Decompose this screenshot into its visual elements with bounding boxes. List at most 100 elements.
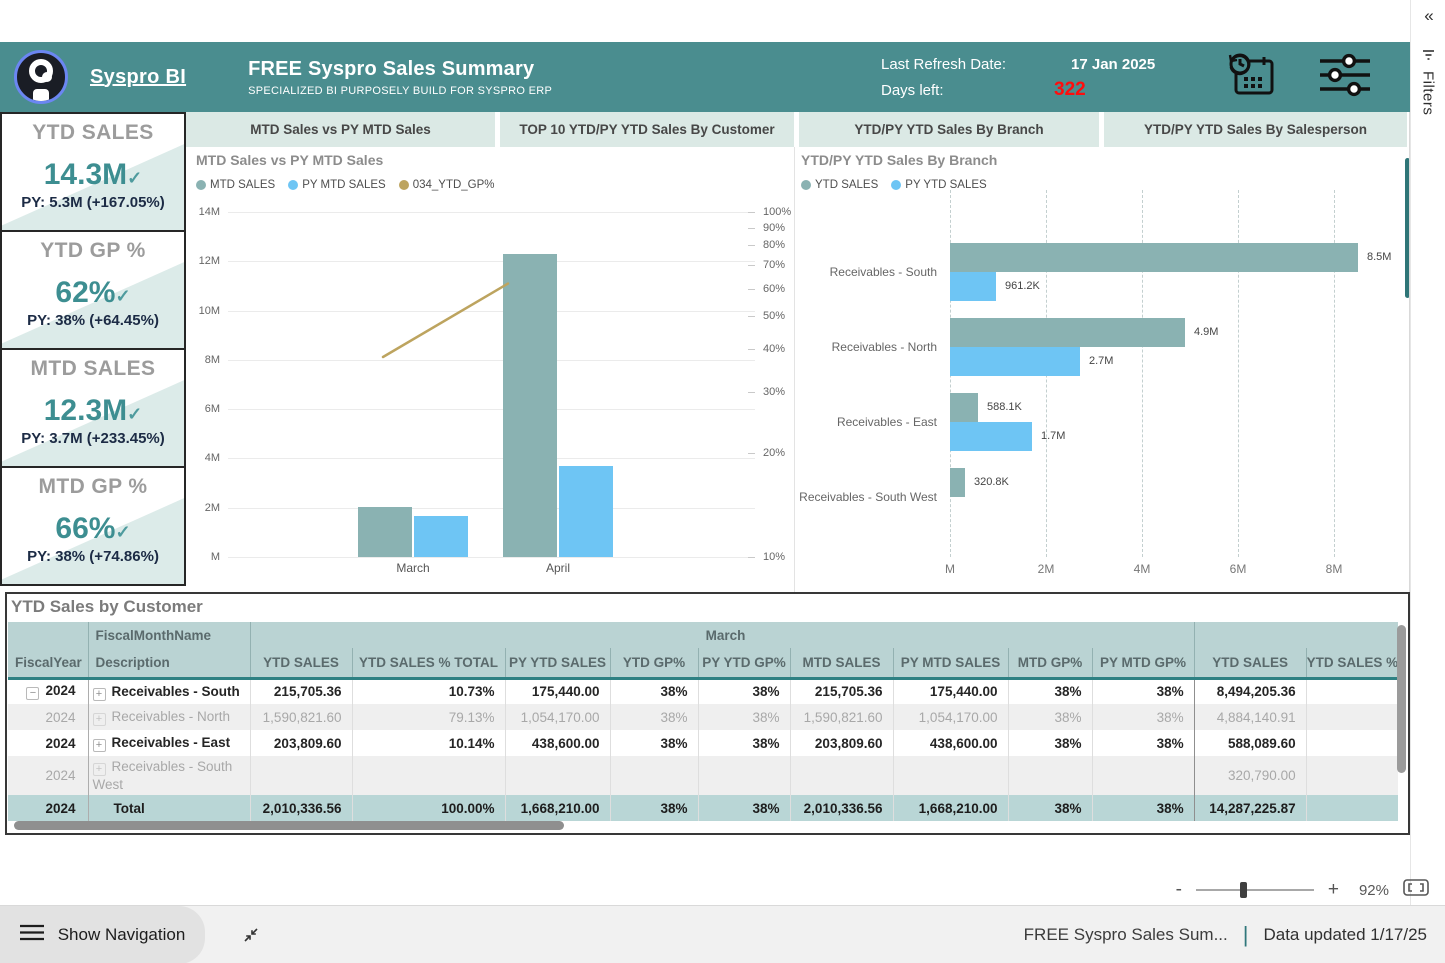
cell[interactable]: +Receivables - North — [88, 704, 250, 730]
cell[interactable]: 38% — [1008, 730, 1092, 756]
bar-py-ytd-sales[interactable] — [950, 347, 1080, 376]
cell[interactable]: 38% — [1092, 678, 1194, 704]
table-row[interactable]: −2024+Receivables - South215,705.3610.73… — [8, 678, 1398, 704]
cell[interactable]: 1,054,170.00 — [505, 704, 610, 730]
cell[interactable]: 438,600.00 — [893, 730, 1008, 756]
filters-pane-label[interactable]: Filters — [1420, 71, 1437, 115]
bar-chart-plot[interactable]: 8.5M961.2K4.9M2.7M588.1K1.7M320.8K — [950, 190, 1405, 557]
cell[interactable]: 2024 — [8, 704, 88, 730]
fiscal-month-name-header[interactable]: FiscalMonthName — [88, 622, 250, 648]
expand-filters-chevron-icon[interactable]: « — [1411, 6, 1445, 26]
calendar-clock-icon[interactable] — [1226, 51, 1278, 104]
column-header-description[interactable]: Description — [88, 648, 250, 678]
cell[interactable]: 203,809.60 — [790, 730, 893, 756]
cell[interactable]: 215,705.36 — [790, 678, 893, 704]
cell[interactable] — [610, 756, 698, 795]
table-vertical-scrollbar[interactable] — [1397, 625, 1406, 773]
column-header[interactable]: YTD GP% — [610, 648, 698, 678]
column-header[interactable]: PY MTD SALES — [893, 648, 1008, 678]
cell[interactable]: 38% — [1092, 704, 1194, 730]
cell[interactable] — [698, 756, 790, 795]
cell[interactable]: 4,884,140.91 — [1194, 704, 1306, 730]
bar-ytd-sales[interactable] — [950, 243, 1358, 272]
column-header[interactable]: YTD SALES — [1194, 648, 1306, 678]
month-group-header[interactable]: March — [250, 622, 1194, 648]
cell[interactable]: 203,809.60 — [250, 730, 352, 756]
zoom-in-button[interactable]: + — [1328, 881, 1339, 899]
column-header[interactable]: YTD SALES % TOTAL — [352, 648, 505, 678]
cell[interactable] — [1306, 704, 1398, 730]
tab-mtd-vs-py[interactable]: MTD Sales vs PY MTD Sales — [186, 112, 495, 147]
column-header[interactable]: PY MTD GP% — [1092, 648, 1194, 678]
tab-sales-by-salesperson[interactable]: YTD/PY YTD Sales By Salesperson — [1104, 112, 1407, 147]
column-header-fiscalyear[interactable]: FiscalYear — [8, 648, 88, 678]
zoom-slider-handle[interactable] — [1240, 882, 1247, 898]
cell[interactable] — [1306, 756, 1398, 795]
cell[interactable] — [790, 756, 893, 795]
bar-ytd-sales[interactable] — [950, 318, 1185, 347]
cell[interactable]: 38% — [698, 704, 790, 730]
cell[interactable]: 1,590,821.60 — [250, 704, 352, 730]
cell[interactable] — [1092, 756, 1194, 795]
expand-icon[interactable]: + — [93, 763, 106, 776]
cell[interactable] — [1306, 730, 1398, 756]
cell[interactable] — [893, 756, 1008, 795]
cell[interactable]: 1,054,170.00 — [893, 704, 1008, 730]
cell[interactable]: −2024 — [8, 678, 88, 704]
column-bar-mtd-sales[interactable] — [358, 507, 412, 557]
cell[interactable]: 79.13% — [352, 704, 505, 730]
cell[interactable] — [505, 756, 610, 795]
cell[interactable]: 38% — [1092, 730, 1194, 756]
zoom-out-button[interactable]: - — [1176, 881, 1182, 899]
column-header[interactable]: PY YTD GP% — [698, 648, 790, 678]
bar-ytd-sales[interactable] — [950, 468, 965, 497]
cell[interactable]: 10.73% — [352, 678, 505, 704]
bar-py-ytd-sales[interactable] — [950, 272, 996, 301]
column-header[interactable]: YTD SALES % — [1306, 648, 1398, 678]
cell[interactable]: 38% — [698, 730, 790, 756]
cell[interactable]: 175,440.00 — [505, 678, 610, 704]
table-row[interactable]: 2024+Receivables - East203,809.6010.14%4… — [8, 730, 1398, 756]
fit-to-page-icon[interactable] — [1403, 879, 1429, 901]
cell[interactable] — [1306, 678, 1398, 704]
cell[interactable]: 8,494,205.36 — [1194, 678, 1306, 704]
cell[interactable]: 38% — [698, 678, 790, 704]
cell[interactable] — [352, 756, 505, 795]
branch-bar-chart[interactable]: YTD/PY YTD Sales By Branch YTD SALES PY … — [795, 147, 1409, 592]
cell[interactable]: 38% — [1008, 704, 1092, 730]
column-bar-py-mtd-sales[interactable] — [559, 466, 613, 557]
cell[interactable]: 38% — [1008, 678, 1092, 704]
bar-py-ytd-sales[interactable] — [950, 422, 1032, 451]
tab-top10-customers[interactable]: TOP 10 YTD/PY YTD Sales By Customer — [500, 112, 794, 147]
cell[interactable]: 588,089.60 — [1194, 730, 1306, 756]
table-row[interactable]: 2024+Receivables - South West 320,790.00 — [8, 756, 1398, 795]
column-header[interactable]: YTD SALES — [250, 648, 352, 678]
cell[interactable]: 2024 — [8, 756, 88, 795]
bar-ytd-sales[interactable] — [950, 393, 978, 422]
cell[interactable]: 10.14% — [352, 730, 505, 756]
expand-icon[interactable]: + — [93, 713, 106, 726]
brand-link[interactable]: Syspro BI — [90, 66, 186, 89]
column-bar-mtd-sales[interactable] — [503, 254, 557, 557]
cell[interactable]: 38% — [610, 678, 698, 704]
column-chart-plot[interactable] — [228, 212, 755, 557]
table-total-row[interactable]: 2024Total2,010,336.56100.00%1,668,210.00… — [8, 795, 1398, 821]
mtd-sales-column-chart[interactable]: MTD Sales vs PY MTD Sales MTD SALES PY M… — [186, 147, 795, 592]
cell[interactable]: +Receivables - South — [88, 678, 250, 704]
cell[interactable]: 320,790.00 — [1194, 756, 1306, 795]
zoom-slider[interactable] — [1196, 889, 1314, 891]
table-horizontal-scrollbar[interactable] — [14, 821, 564, 830]
cell[interactable] — [1008, 756, 1092, 795]
cell[interactable]: 2024 — [8, 730, 88, 756]
column-bar-py-mtd-sales[interactable] — [414, 516, 468, 557]
cell[interactable]: +Receivables - South West — [88, 756, 250, 795]
cell[interactable]: 38% — [610, 730, 698, 756]
column-header[interactable]: MTD SALES — [790, 648, 893, 678]
cell[interactable] — [250, 756, 352, 795]
cell[interactable]: 215,705.36 — [250, 678, 352, 704]
expand-icon[interactable]: + — [93, 688, 106, 701]
collapse-view-icon[interactable] — [241, 925, 261, 945]
show-navigation-button[interactable]: Show Navigation — [0, 906, 205, 963]
cell[interactable]: 38% — [610, 704, 698, 730]
cell[interactable]: 438,600.00 — [505, 730, 610, 756]
